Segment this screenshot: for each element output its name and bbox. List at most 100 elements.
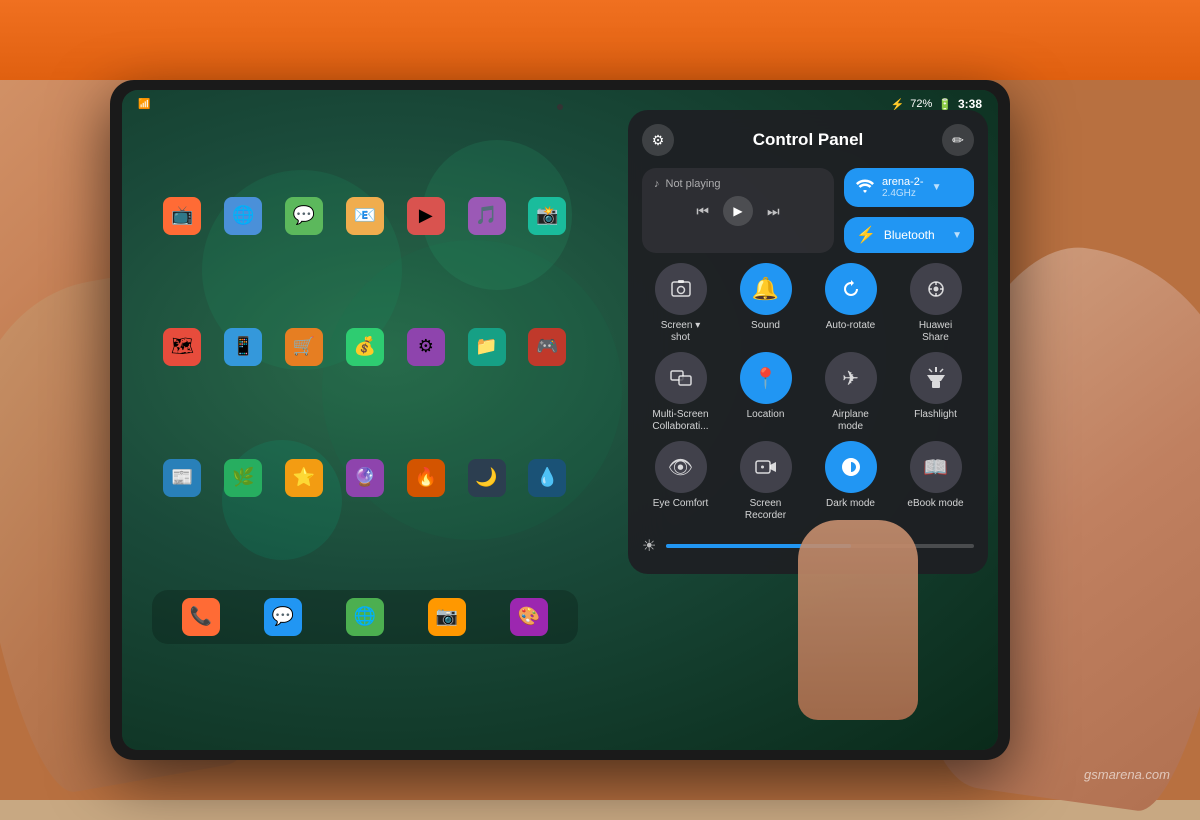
airplane-icon: ✈	[842, 366, 859, 391]
app-icon-3[interactable]: 💬	[285, 197, 323, 235]
app-icon-2[interactable]: 🌐	[224, 197, 262, 235]
brightness-icon: ☀	[642, 536, 656, 556]
app-icon-15[interactable]: 📰	[163, 459, 201, 497]
finger-overlay	[798, 520, 918, 720]
play-button[interactable]: ▶	[723, 196, 753, 226]
dock-icon-4[interactable]: 📷	[428, 598, 466, 636]
toggle-flashlight[interactable]: Flashlight	[897, 352, 974, 433]
ebook-btn[interactable]: 📖	[910, 441, 962, 493]
location-label: Location	[747, 409, 785, 421]
settings-button[interactable]: ⚙	[642, 124, 674, 156]
ebook-label: eBook mode	[907, 498, 963, 510]
toggle-screenshot[interactable]: Screen ▾shot	[642, 263, 719, 344]
cp-title: Control Panel	[674, 130, 942, 150]
sound-icon: 🔔	[752, 276, 779, 302]
dark-mode-label: Dark mode	[826, 498, 875, 510]
control-panel: ⚙ Control Panel ✏ ♪ Not playing ⏮	[628, 110, 988, 574]
bluetooth-status-icon: ⚡	[891, 98, 905, 111]
app-icon-7[interactable]: 📸	[528, 197, 566, 235]
dock-icon-3[interactable]: 🌐	[346, 598, 384, 636]
app-row-2: 🗺 📱 🛒 💰 ⚙ 📁 🎮	[152, 328, 578, 366]
auto-rotate-label: Auto-rotate	[826, 320, 875, 332]
app-row-1: 📺 🌐 💬 📧 ▶ 🎵 📸	[152, 197, 578, 235]
tablet-frame: 📶 ⚡ 72% 🔋 3:38 📺 🌐 💬 📧 ▶ 🎵 📸	[110, 80, 1010, 760]
app-icon-1[interactable]: 📺	[163, 197, 201, 235]
dock-icon-5[interactable]: 🎨	[510, 598, 548, 636]
toggle-auto-rotate[interactable]: Auto-rotate	[812, 263, 889, 344]
app-icon-5[interactable]: ▶	[407, 197, 445, 235]
app-icon-14[interactable]: 🎮	[528, 328, 566, 366]
multiscreen-btn[interactable]	[655, 352, 707, 404]
app-icon-19[interactable]: 🔥	[407, 459, 445, 497]
cp-left-icons: ⚙	[642, 124, 674, 156]
toggle-sound[interactable]: 🔔 Sound	[727, 263, 804, 344]
media-status-text: Not playing	[666, 178, 721, 190]
ebook-icon: 📖	[923, 455, 948, 480]
screenshot-btn[interactable]	[655, 263, 707, 315]
toggle-airplane[interactable]: ✈ Airplanemode	[812, 352, 889, 433]
status-left: 📶	[138, 99, 150, 110]
cp-header: ⚙ Control Panel ✏	[642, 124, 974, 156]
toggle-dark-mode[interactable]: Dark mode	[812, 441, 889, 522]
app-icon-18[interactable]: 🔮	[346, 459, 384, 497]
toggle-location[interactable]: 📍 Location	[727, 352, 804, 433]
edit-button[interactable]: ✏	[942, 124, 974, 156]
flashlight-btn[interactable]	[910, 352, 962, 404]
eye-comfort-label: Eye Comfort	[653, 498, 709, 510]
app-icon-13[interactable]: 📁	[468, 328, 506, 366]
app-icon-17[interactable]: ⭐	[285, 459, 323, 497]
app-icon-6[interactable]: 🎵	[468, 197, 506, 235]
toggle-screen-recorder[interactable]: ScreenRecorder	[727, 441, 804, 522]
toggle-multiscreen[interactable]: Multi-ScreenCollaborati...	[642, 352, 719, 433]
dock-icon-1[interactable]: 📞	[182, 598, 220, 636]
media-status: ♪ Not playing	[654, 178, 822, 190]
sound-btn[interactable]: 🔔	[740, 263, 792, 315]
multiscreen-label: Multi-ScreenCollaborati...	[652, 409, 708, 433]
eye-comfort-btn[interactable]: 👁	[655, 441, 707, 493]
toggle-ebook[interactable]: 📖 eBook mode	[897, 441, 974, 522]
app-icon-12[interactable]: ⚙	[407, 328, 445, 366]
wifi-button[interactable]: arena-2- 2.4GHz ▼	[844, 168, 974, 207]
toggles-grid-1: Screen ▾shot 🔔 Sound	[642, 263, 974, 344]
airplane-btn[interactable]: ✈	[825, 352, 877, 404]
screen-recorder-btn[interactable]	[740, 441, 792, 493]
app-icon-9[interactable]: 📱	[224, 328, 262, 366]
wifi-chevron-icon: ▼	[932, 182, 942, 193]
next-button[interactable]: ⏭	[767, 203, 780, 220]
location-btn[interactable]: 📍	[740, 352, 792, 404]
app-icon-8[interactable]: 🗺	[163, 328, 201, 366]
app-icon-11[interactable]: 💰	[346, 328, 384, 366]
toggles-grid-3: 👁 Eye Comfort ScreenR	[642, 441, 974, 522]
auto-rotate-btn[interactable]	[825, 263, 877, 315]
front-camera	[557, 104, 563, 110]
flashlight-label: Flashlight	[914, 409, 957, 421]
network-section: arena-2- 2.4GHz ▼ ⚡ Bluetooth ▼	[844, 168, 974, 253]
dark-mode-btn[interactable]	[825, 441, 877, 493]
airplane-label: Airplanemode	[832, 409, 869, 433]
app-icon-21[interactable]: 💧	[528, 459, 566, 497]
toggle-huawei-share[interactable]: HuaweiShare	[897, 263, 974, 344]
media-controls: ⏮ ▶ ⏭	[654, 196, 822, 226]
wifi-name: arena-2-	[882, 176, 924, 188]
toggle-eye-comfort[interactable]: 👁 Eye Comfort	[642, 441, 719, 522]
sound-label: Sound	[751, 320, 780, 332]
orange-top-bar	[0, 0, 1200, 80]
bluetooth-label: Bluetooth	[884, 228, 944, 242]
dock: 📞 💬 🌐 📷 🎨	[152, 590, 578, 644]
app-icon-16[interactable]: 🌿	[224, 459, 262, 497]
media-section: ♪ Not playing ⏮ ▶ ⏭	[642, 168, 974, 253]
watermark: gsmarena.com	[1084, 767, 1170, 782]
app-icon-10[interactable]: 🛒	[285, 328, 323, 366]
bluetooth-button[interactable]: ⚡ Bluetooth ▼	[844, 217, 974, 253]
app-icon-4[interactable]: 📧	[346, 197, 384, 235]
dock-icon-2[interactable]: 💬	[264, 598, 302, 636]
app-icon-20[interactable]: 🌙	[468, 459, 506, 497]
bluetooth-chevron-icon: ▼	[952, 230, 962, 241]
cp-right-icons: ✏	[942, 124, 974, 156]
prev-button[interactable]: ⏮	[696, 203, 709, 220]
huawei-share-label: HuaweiShare	[919, 320, 952, 344]
huawei-share-btn[interactable]	[910, 263, 962, 315]
media-player: ♪ Not playing ⏮ ▶ ⏭	[642, 168, 834, 253]
status-right: ⚡ 72% 🔋 3:38	[891, 97, 982, 111]
screenshot-label: Screen ▾shot	[661, 320, 700, 344]
